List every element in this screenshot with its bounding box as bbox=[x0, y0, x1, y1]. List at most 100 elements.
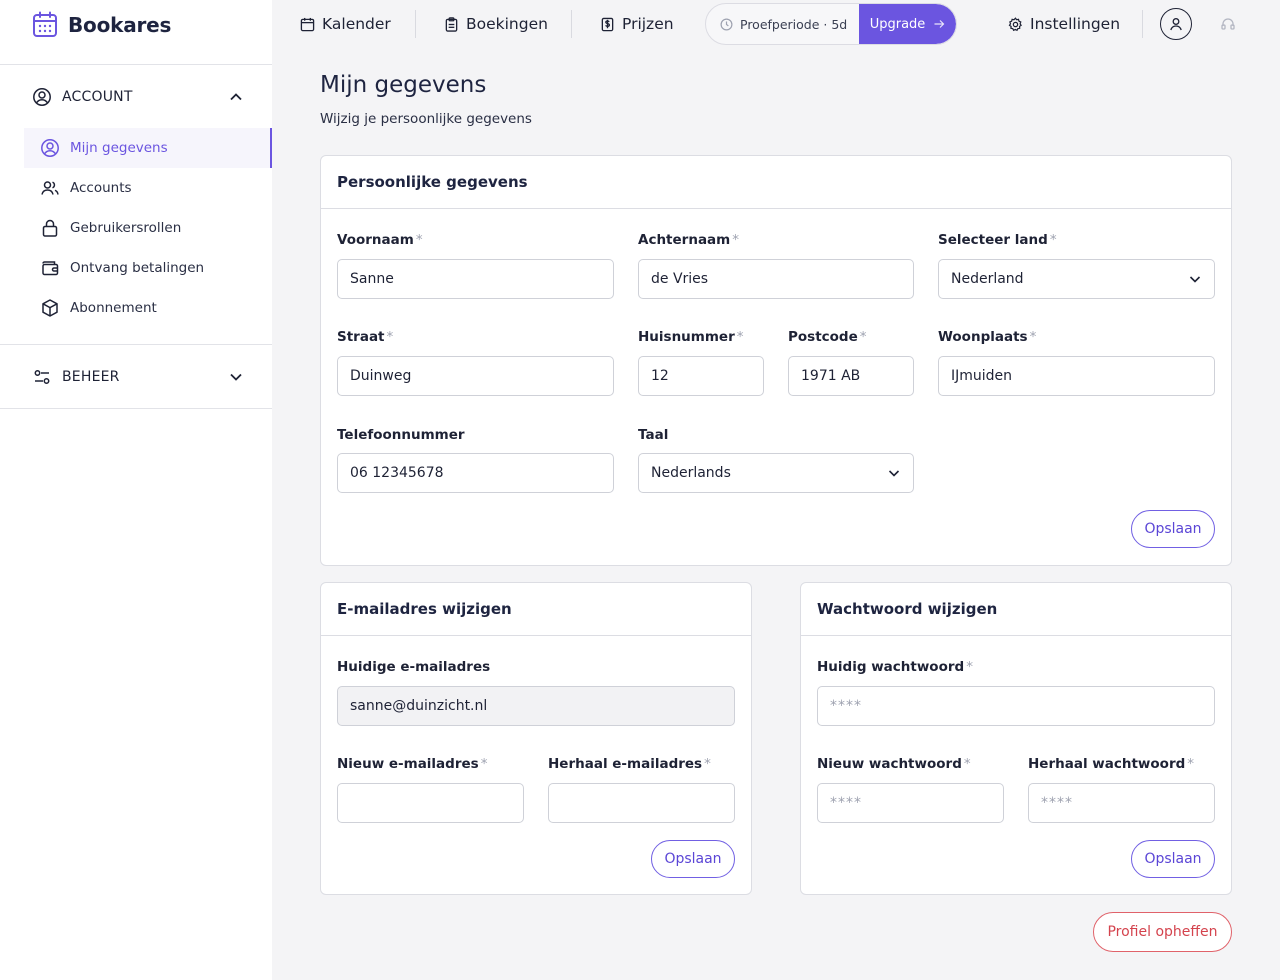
current-password-input[interactable]: **** bbox=[817, 686, 1215, 726]
repeat-email-input[interactable] bbox=[548, 783, 735, 823]
user-circle-icon bbox=[33, 88, 51, 106]
current-email-label: Huidige e-mailadres bbox=[337, 659, 491, 675]
sidebar-divider bbox=[0, 344, 272, 345]
headset-icon bbox=[1221, 18, 1235, 30]
sidebar-item-label: Accounts bbox=[70, 180, 132, 196]
user-avatar-button[interactable] bbox=[1160, 8, 1192, 40]
nav-boekingen[interactable]: Boekingen bbox=[444, 12, 548, 36]
card-title: Wachtwoord wijzigen bbox=[817, 600, 998, 618]
postcode-value: 1971 AB bbox=[801, 368, 861, 384]
postcode-input[interactable]: 1971 AB bbox=[788, 356, 914, 396]
box-icon bbox=[42, 299, 58, 317]
card-title: E-mailadres wijzigen bbox=[337, 600, 512, 618]
delete-profile-button[interactable]: Profiel opheffen bbox=[1093, 912, 1232, 952]
sidebar-item-label: Gebruikersrollen bbox=[70, 220, 182, 236]
trial-widget: Proefperiode · 5d Upgrade bbox=[705, 3, 957, 45]
firstname-label: Voornaam * bbox=[337, 232, 423, 248]
current-email-field: sanne@duinzicht.nl bbox=[337, 686, 735, 726]
calendar-logo-icon bbox=[33, 11, 57, 37]
street-label: Straat * bbox=[337, 329, 394, 345]
nav-kalender[interactable]: Kalender bbox=[300, 12, 391, 36]
chevron-down-icon bbox=[1188, 272, 1202, 286]
card-header: E-mailadres wijzigen bbox=[321, 583, 751, 636]
housenumber-input[interactable]: 12 bbox=[638, 356, 764, 396]
city-input[interactable]: IJmuiden bbox=[938, 356, 1215, 396]
app-root: Bookares ACCOUNT Mijn gegevens Accounts bbox=[0, 0, 1280, 980]
chevron-down-icon bbox=[887, 466, 901, 480]
sidebar-divider bbox=[0, 408, 272, 409]
sidebar-item-mijn-gegevens[interactable]: Mijn gegevens bbox=[24, 128, 272, 168]
support-headset-button[interactable] bbox=[1220, 16, 1236, 36]
sidebar-item-accounts[interactable]: Accounts bbox=[24, 168, 272, 208]
nav-separator bbox=[571, 10, 572, 38]
housenumber-value: 12 bbox=[651, 368, 669, 384]
save-personal-button[interactable]: Opslaan bbox=[1131, 510, 1215, 548]
clock-icon bbox=[720, 18, 733, 30]
trial-label: Proefperiode · 5d bbox=[740, 16, 848, 32]
password-card: Wachtwoord wijzigen Huidig wachtwoord * *… bbox=[800, 582, 1232, 895]
new-password-label: Nieuw wachtwoord * bbox=[817, 756, 971, 772]
sidebar: Bookares ACCOUNT Mijn gegevens Accounts bbox=[0, 0, 272, 980]
sidebar-divider bbox=[0, 64, 272, 65]
repeat-password-label: Herhaal wachtwoord * bbox=[1028, 756, 1195, 772]
save-password-button[interactable]: Opslaan bbox=[1131, 840, 1215, 878]
lock-icon bbox=[42, 219, 58, 237]
nav-separator bbox=[415, 10, 416, 38]
street-value: Duinweg bbox=[350, 368, 412, 384]
firstname-input[interactable]: Sanne bbox=[337, 259, 614, 299]
card-header: Persoonlijke gegevens bbox=[321, 156, 1231, 209]
phone-label: Telefoonnummer bbox=[337, 427, 465, 443]
wallet-icon bbox=[42, 261, 59, 276]
repeat-email-label: Herhaal e-mailadres * bbox=[548, 756, 711, 772]
arrow-right-icon bbox=[934, 20, 945, 28]
nav-separator bbox=[1142, 10, 1143, 38]
upgrade-button[interactable]: Upgrade bbox=[859, 4, 956, 44]
sidebar-section-label: ACCOUNT bbox=[62, 89, 133, 105]
current-password-label: Huidig wachtwoord * bbox=[817, 659, 973, 675]
nav-label: Prijzen bbox=[622, 15, 674, 33]
nav-label: Boekingen bbox=[466, 15, 548, 33]
phone-value: 06 12345678 bbox=[350, 465, 444, 481]
new-password-input[interactable]: **** bbox=[817, 783, 1004, 823]
current-password-placeholder: **** bbox=[830, 698, 862, 714]
chevron-up-icon bbox=[228, 89, 244, 105]
nav-instellingen[interactable]: Instellingen bbox=[1008, 12, 1120, 36]
lastname-value: de Vries bbox=[651, 271, 709, 287]
country-label: Selecteer land * bbox=[938, 232, 1057, 248]
city-value: IJmuiden bbox=[951, 368, 1013, 384]
nav-prijzen[interactable]: Prijzen bbox=[600, 12, 674, 36]
country-value: Nederland bbox=[951, 271, 1024, 287]
phone-input[interactable]: 06 12345678 bbox=[337, 453, 614, 493]
repeat-password-input[interactable]: **** bbox=[1028, 783, 1215, 823]
country-select[interactable]: Nederland bbox=[938, 259, 1215, 299]
new-email-input[interactable] bbox=[337, 783, 524, 823]
city-label: Woonplaats * bbox=[938, 329, 1037, 345]
language-select[interactable]: Nederlands bbox=[638, 453, 914, 493]
nav-label: Instellingen bbox=[1030, 15, 1121, 33]
sidebar-section-account[interactable]: ACCOUNT bbox=[32, 85, 244, 109]
chevron-down-icon bbox=[228, 369, 244, 385]
sidebar-item-abonnement[interactable]: Abonnement bbox=[24, 288, 272, 328]
current-email-value: sanne@duinzicht.nl bbox=[350, 698, 488, 714]
sidebar-item-label: Abonnement bbox=[70, 300, 157, 316]
lastname-label: Achternaam * bbox=[638, 232, 739, 248]
sidebar-section-beheer[interactable]: BEHEER bbox=[32, 365, 244, 389]
sidebar-item-gebruikersrollen[interactable]: Gebruikersrollen bbox=[24, 208, 272, 248]
user-circle-icon bbox=[41, 139, 59, 157]
app-logo[interactable]: Bookares bbox=[32, 10, 171, 40]
save-email-button[interactable]: Opslaan bbox=[651, 840, 735, 878]
clipboard-icon bbox=[445, 16, 458, 32]
street-input[interactable]: Duinweg bbox=[337, 356, 614, 396]
sidebar-item-ontvang-betalingen[interactable]: Ontvang betalingen bbox=[24, 248, 272, 288]
trial-status: Proefperiode · 5d bbox=[706, 4, 859, 44]
users-icon bbox=[41, 181, 59, 195]
language-label: Taal bbox=[638, 427, 669, 443]
new-password-placeholder: **** bbox=[830, 795, 862, 811]
sidebar-section-label: BEHEER bbox=[62, 369, 120, 385]
language-value: Nederlands bbox=[651, 465, 731, 481]
user-icon bbox=[1170, 18, 1182, 31]
sidebar-item-label: Ontvang betalingen bbox=[70, 260, 205, 276]
postcode-label: Postcode * bbox=[788, 329, 867, 345]
housenumber-label: Huisnummer * bbox=[638, 329, 744, 345]
lastname-input[interactable]: de Vries bbox=[638, 259, 914, 299]
